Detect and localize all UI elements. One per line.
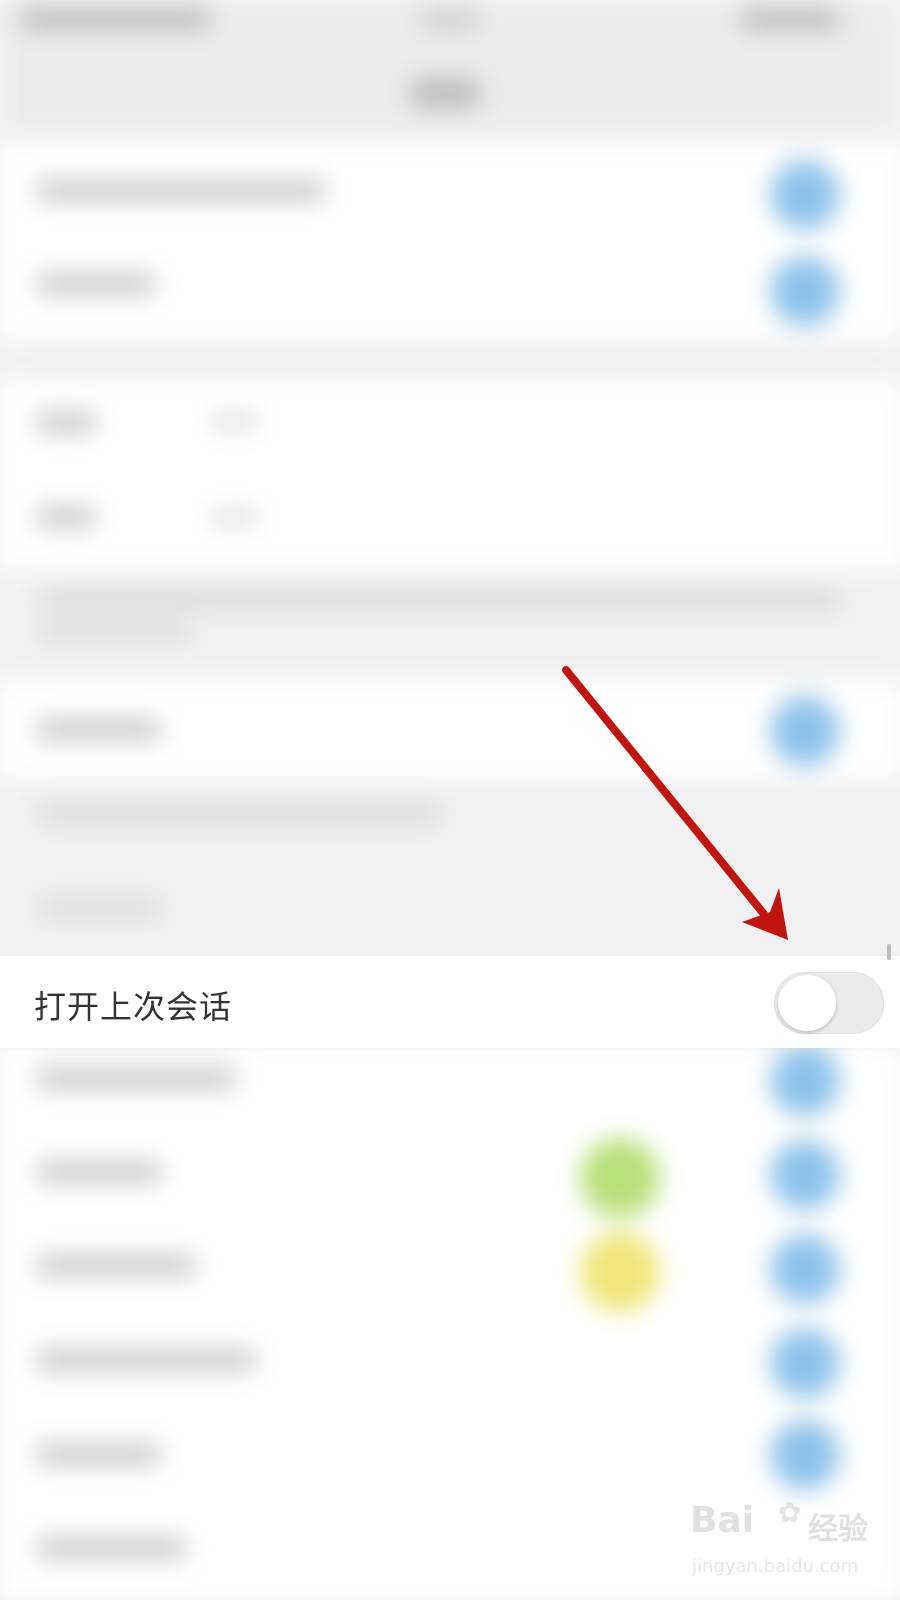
open-last-session-toggle[interactable] (774, 972, 884, 1034)
watermark-brand: Bai (690, 1500, 755, 1541)
setting-row-open-last-session[interactable]: 打开上次会话 (0, 956, 900, 1048)
baidu-jingyan-watermark: Bai ✿ 经验 jingyan.baidu.com (690, 1496, 890, 1590)
toggle-knob (778, 975, 836, 1031)
paw-icon: ✿ (778, 1496, 802, 1529)
scroll-indicator (887, 944, 891, 960)
setting-label: 打开上次会话 (34, 988, 233, 1026)
blurred-settings-background (0, 0, 900, 1600)
watermark-brand-suffix: 经验 (808, 1512, 868, 1547)
watermark-url: jingyan.baidu.com (692, 1556, 859, 1577)
